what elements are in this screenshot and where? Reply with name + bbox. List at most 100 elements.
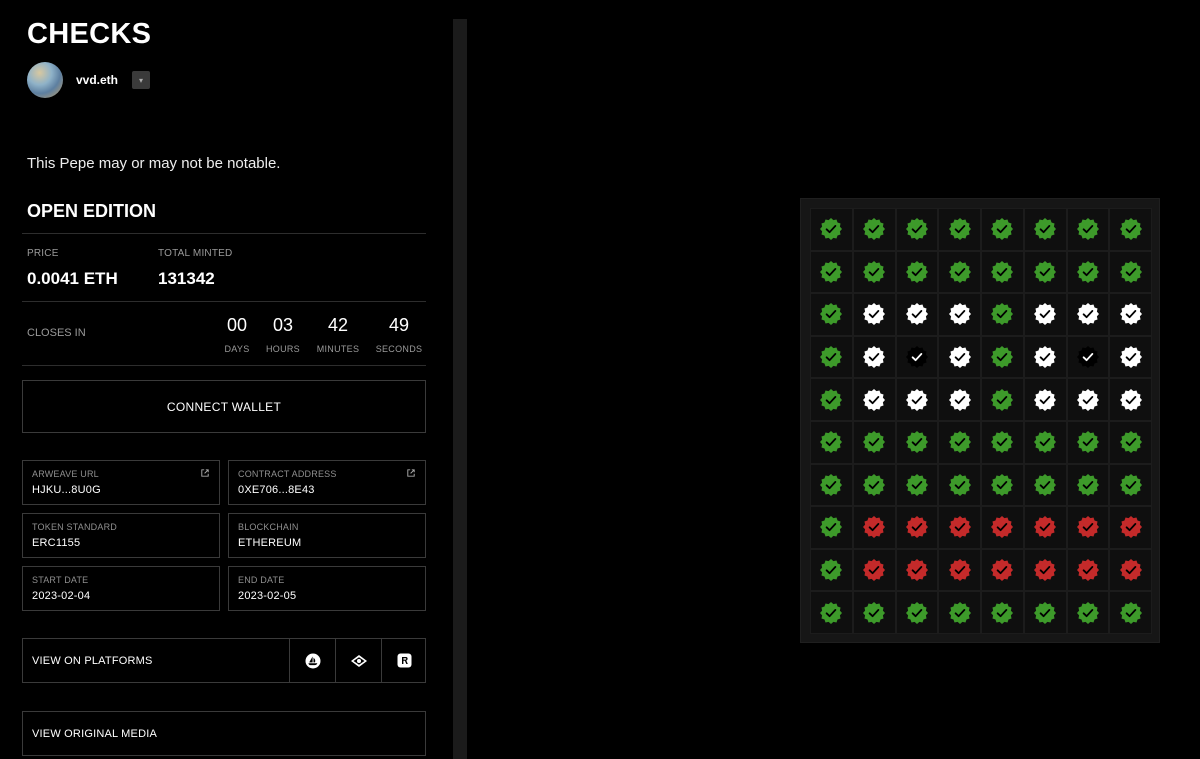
username[interactable]: vvd.eth (76, 73, 118, 87)
detail-label: END DATE (238, 575, 285, 585)
check-badge-icon (863, 303, 886, 326)
check-cell (810, 208, 853, 251)
check-badge-icon (863, 388, 886, 411)
check-badge-icon (820, 601, 843, 624)
check-badge-icon (1076, 388, 1099, 411)
check-badge-icon (991, 303, 1014, 326)
detail-contract-address[interactable]: CONTRACT ADDRESS 0XE706...8E43 (228, 460, 426, 505)
opensea-button[interactable] (289, 639, 335, 682)
check-badge-icon (863, 559, 886, 582)
check-badge-icon (820, 559, 843, 582)
check-badge-icon (905, 303, 928, 326)
check-cell (1023, 420, 1067, 464)
check-cell (1109, 378, 1152, 421)
check-badge-icon (905, 559, 928, 582)
detail-label: TOKEN STANDARD (32, 522, 117, 532)
check-cell (810, 335, 853, 379)
external-link-icon[interactable] (201, 469, 209, 477)
check-badge-icon (1034, 303, 1057, 326)
detail-blockchain: BLOCKCHAIN ETHEREUM (228, 513, 426, 558)
check-badge-icon (1034, 388, 1057, 411)
view-original-media-label: VIEW ORIGINAL MEDIA (32, 728, 158, 740)
check-badge-icon (948, 473, 971, 496)
countdown-hours: 03 HOURS (263, 315, 303, 354)
opensea-icon (305, 653, 320, 668)
check-badge-icon (820, 218, 843, 241)
check-badge-icon (1119, 559, 1142, 582)
check-badge-icon (905, 601, 928, 624)
check-cell (938, 420, 981, 464)
check-cell (981, 250, 1024, 294)
detail-value: 2023-02-05 (238, 590, 297, 602)
check-badge-icon (1034, 559, 1057, 582)
check-badge-icon (948, 516, 971, 539)
check-cell (938, 250, 981, 294)
countdown-unit: SECONDS (375, 344, 423, 354)
check-badge-icon (905, 473, 928, 496)
countdown-value: 49 (388, 315, 410, 335)
check-badge-icon (1119, 303, 1142, 326)
check-badge-icon (991, 388, 1014, 411)
detail-arweave-url[interactable]: ARWEAVE URL HJKU...8U0G (22, 460, 220, 505)
check-cell (852, 591, 896, 634)
check-cell (852, 335, 896, 379)
detail-end-date: END DATE 2023-02-05 (228, 566, 426, 611)
countdown-value: 03 (272, 315, 294, 335)
check-badge-icon (991, 218, 1014, 241)
check-cell (1066, 293, 1110, 336)
check-cell (1066, 591, 1110, 634)
edition-heading: OPEN EDITION (27, 201, 157, 221)
connect-wallet-button[interactable]: CONNECT WALLET (22, 380, 426, 433)
check-cell (1023, 591, 1067, 634)
check-cell (1023, 463, 1067, 507)
check-badge-icon (1076, 303, 1099, 326)
check-cell (852, 293, 896, 336)
check-cell (1023, 378, 1067, 421)
view-original-media-button[interactable]: VIEW ORIGINAL MEDIA (22, 711, 426, 756)
rarible-button[interactable] (381, 639, 427, 682)
check-cell (852, 250, 896, 294)
rarible-icon (397, 653, 412, 668)
external-link-icon[interactable] (407, 469, 415, 477)
check-cell (981, 208, 1024, 251)
check-badge-icon (905, 388, 928, 411)
check-cell (938, 548, 981, 592)
check-cell (852, 463, 896, 507)
check-badge-icon (820, 346, 843, 369)
total-minted-label: TOTAL MINTED (158, 248, 233, 259)
check-badge-icon (948, 388, 971, 411)
panel-divider (453, 19, 467, 759)
check-badge-icon (863, 346, 886, 369)
countdown-unit: MINUTES (316, 344, 360, 354)
check-cell (981, 591, 1024, 634)
check-cell (938, 293, 981, 336)
avatar[interactable] (27, 62, 63, 98)
check-badge-icon (905, 346, 928, 369)
price-value: 0.0041 ETH (27, 269, 118, 288)
check-cell (852, 420, 896, 464)
check-badge-icon (1076, 516, 1099, 539)
check-badge-icon (948, 303, 971, 326)
check-cell (852, 378, 896, 421)
divider (22, 365, 426, 366)
check-badge-icon (991, 431, 1014, 454)
looksrare-button[interactable] (335, 639, 381, 682)
check-badge-icon (1119, 260, 1142, 283)
detail-value: ETHEREUM (238, 537, 302, 549)
check-cell (1109, 335, 1152, 379)
check-cell (1066, 208, 1110, 251)
chevron-down-icon[interactable]: ▾ (132, 71, 150, 89)
check-cell (895, 293, 939, 336)
check-badge-icon (1119, 516, 1142, 539)
detail-value: 0XE706...8E43 (238, 484, 315, 496)
checks-artwork (800, 198, 1160, 643)
check-cell (938, 378, 981, 421)
checks-grid (810, 208, 1152, 634)
check-cell (1066, 420, 1110, 464)
check-badge-icon (948, 601, 971, 624)
check-cell (1023, 335, 1067, 379)
check-cell (1066, 378, 1110, 421)
check-cell (895, 420, 939, 464)
check-cell (895, 378, 939, 421)
check-cell (1109, 548, 1152, 592)
